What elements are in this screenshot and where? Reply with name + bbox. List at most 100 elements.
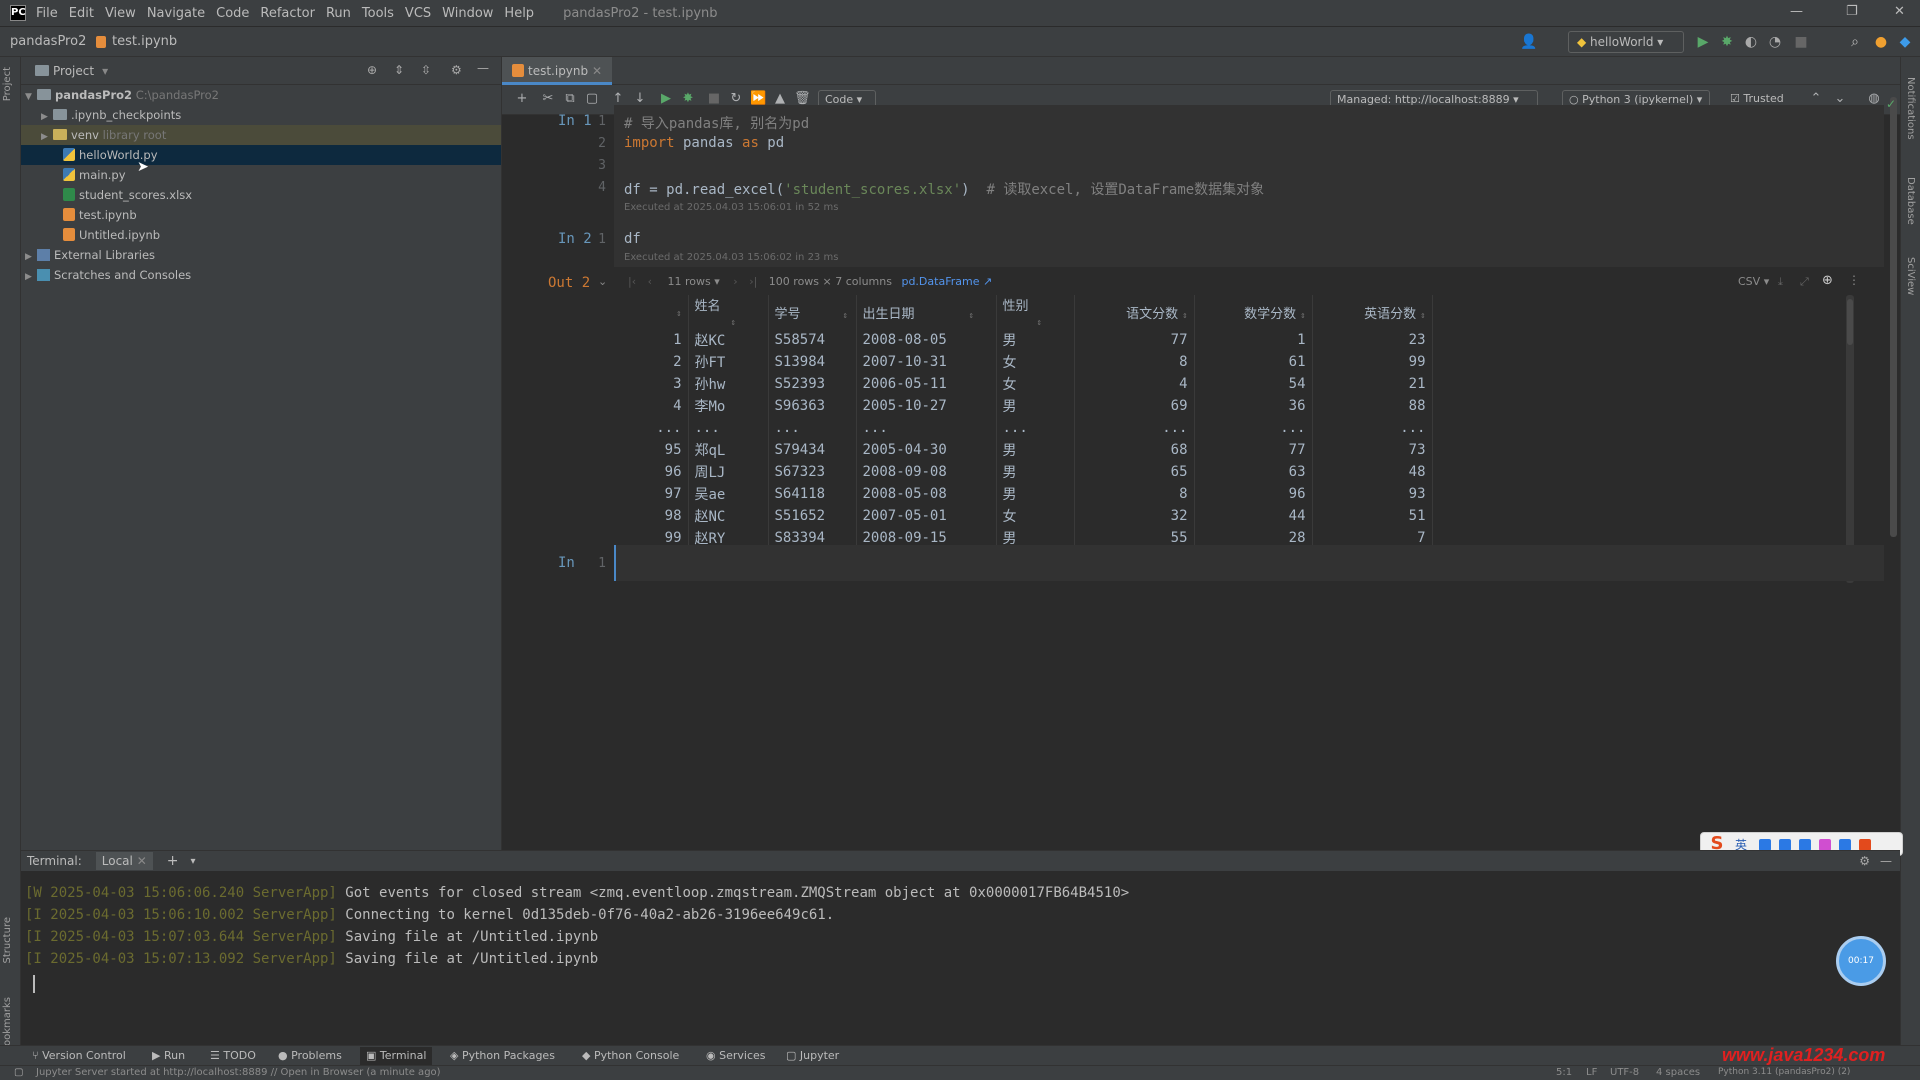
- table-cell[interactable]: 孙hw: [688, 373, 769, 395]
- editor-tab-test-ipynb[interactable]: test.ipynb ✕: [502, 57, 613, 85]
- project-tool-tab[interactable]: Project: [2, 67, 13, 101]
- table-cell[interactable]: 69: [1074, 395, 1195, 417]
- next-page-icon[interactable]: ›: [733, 275, 737, 288]
- tree-item-student-scores[interactable]: student_scores.xlsx: [21, 185, 501, 205]
- dataframe-scrollbar-thumb[interactable]: [1847, 299, 1853, 345]
- tree-item-test-ipynb[interactable]: test.ipynb: [21, 205, 501, 225]
- tool-run[interactable]: ▶ Run: [152, 1049, 185, 1062]
- table-cell[interactable]: 男: [996, 329, 1075, 351]
- table-cell[interactable]: 77: [1194, 439, 1313, 461]
- status-message[interactable]: Jupyter Server started at http://localho…: [36, 1067, 441, 1078]
- sort-icon[interactable]: ⇕: [1182, 311, 1187, 321]
- table-cell[interactable]: 女: [996, 351, 1075, 373]
- sort-icon[interactable]: ⇕: [1037, 318, 1042, 328]
- run-config-select[interactable]: ◆ helloWorld ▾: [1568, 31, 1684, 53]
- table-cell[interactable]: 赵KC: [688, 329, 769, 351]
- table-cell[interactable]: 73: [1312, 439, 1433, 461]
- menu-run[interactable]: Run: [326, 6, 351, 21]
- tree-item-checkpoints[interactable]: ▶ .ipynb_checkpoints: [21, 105, 501, 125]
- column-header-id[interactable]: 学号 ⇕: [768, 295, 857, 329]
- indent-setting[interactable]: 4 spaces: [1656, 1067, 1700, 1078]
- menu-refactor[interactable]: Refactor: [260, 6, 315, 21]
- table-cell[interactable]: 96: [1194, 483, 1313, 505]
- column-header-birthdate[interactable]: 出生日期 ⇕: [856, 295, 997, 329]
- file-encoding[interactable]: UTF-8: [1610, 1067, 1639, 1078]
- breadcrumb-file[interactable]: test.ipynb: [112, 34, 177, 49]
- more-options-icon[interactable]: ⋮: [1848, 273, 1860, 287]
- table-cell[interactable]: 2005-04-30: [856, 439, 997, 461]
- table-cell[interactable]: S79434: [768, 439, 857, 461]
- new-terminal-icon[interactable]: +: [167, 853, 179, 869]
- run-icon[interactable]: ▶: [1694, 33, 1712, 51]
- table-cell[interactable]: 77: [1074, 329, 1195, 351]
- editor-scrollbar[interactable]: [1890, 97, 1897, 537]
- breadcrumb-project[interactable]: pandasPro2: [10, 34, 86, 49]
- table-row[interactable]: 2 孙FT S13984 2007-10-31 女 8 61 99: [636, 351, 1433, 373]
- table-row[interactable]: 1 赵KC S58574 2008-08-05 男 77 1 23: [636, 329, 1433, 351]
- chevron-right-icon[interactable]: ▶: [25, 247, 37, 267]
- menu-tools[interactable]: Tools: [362, 6, 394, 21]
- table-row[interactable]: 3 孙hw S52393 2006-05-11 女 4 54 21: [636, 373, 1433, 395]
- hide-panel-icon[interactable]: —: [1880, 854, 1892, 868]
- tool-python-console[interactable]: ◆ Python Console: [582, 1049, 679, 1062]
- coverage-icon[interactable]: ◐: [1742, 33, 1760, 51]
- code-cell-3[interactable]: [614, 545, 1884, 581]
- table-cell[interactable]: 54: [1194, 373, 1313, 395]
- table-cell[interactable]: 吴ae: [688, 483, 769, 505]
- table-cell[interactable]: 2008-05-08: [856, 483, 997, 505]
- rows-select[interactable]: 11 rows ▾: [668, 275, 720, 288]
- table-row[interactable]: ........................: [636, 417, 1433, 439]
- stop-icon[interactable]: ■: [1792, 33, 1810, 51]
- gear-icon[interactable]: ⚙: [1859, 854, 1870, 868]
- table-cell[interactable]: ...: [1194, 417, 1313, 439]
- table-cell[interactable]: 男: [996, 483, 1075, 505]
- project-panel-title[interactable]: Project: [53, 64, 94, 78]
- table-cell[interactable]: 48: [1312, 461, 1433, 483]
- table-cell[interactable]: 93: [1312, 483, 1433, 505]
- collapse-all-icon[interactable]: ⇳: [421, 63, 431, 77]
- sort-icon[interactable]: ⇕: [969, 311, 974, 321]
- tree-item-external-libraries[interactable]: ▶ External Libraries: [21, 245, 501, 265]
- terminal-cursor[interactable]: [33, 975, 35, 993]
- table-cell[interactable]: ...: [768, 417, 857, 439]
- table-cell[interactable]: 1: [636, 329, 689, 351]
- tool-terminal[interactable]: ▣ Terminal: [360, 1047, 433, 1065]
- table-cell[interactable]: 2008-08-05: [856, 329, 997, 351]
- dataframe-type-link[interactable]: pd.DataFrame: [901, 275, 979, 288]
- search-icon[interactable]: ⌕: [1846, 33, 1864, 51]
- menu-navigate[interactable]: Navigate: [147, 6, 205, 21]
- external-link-icon[interactable]: ↗: [979, 275, 992, 288]
- table-cell[interactable]: 2005-10-27: [856, 395, 997, 417]
- prev-page-icon[interactable]: ‹: [648, 275, 652, 288]
- status-toggle-icon[interactable]: ▢: [14, 1067, 23, 1078]
- table-cell[interactable]: S13984: [768, 351, 857, 373]
- table-cell[interactable]: 44: [1194, 505, 1313, 527]
- sort-icon[interactable]: ⇕: [676, 309, 681, 319]
- table-cell[interactable]: 4: [636, 395, 689, 417]
- table-cell[interactable]: 88: [1312, 395, 1433, 417]
- export-format-select[interactable]: CSV ▾: [1738, 275, 1769, 288]
- table-cell[interactable]: 1: [1194, 329, 1313, 351]
- sort-icon[interactable]: ⇕: [1420, 311, 1425, 321]
- tool-problems[interactable]: ● Problems: [278, 1049, 342, 1062]
- table-cell[interactable]: ...: [1074, 417, 1195, 439]
- download-icon[interactable]: ⤓: [1778, 275, 1783, 289]
- menu-vcs[interactable]: VCS: [405, 6, 431, 21]
- copy-icon[interactable]: ⧉: [562, 91, 578, 107]
- last-page-icon[interactable]: ›|: [749, 275, 757, 288]
- locate-icon[interactable]: ⊕: [367, 63, 377, 77]
- table-cell[interactable]: S96363: [768, 395, 857, 417]
- table-cell[interactable]: 61: [1194, 351, 1313, 373]
- update-icon[interactable]: ●: [1872, 33, 1890, 51]
- tree-item-scratches[interactable]: ▶ Scratches and Consoles: [21, 265, 501, 285]
- menu-view[interactable]: View: [105, 6, 136, 21]
- trusted-checkbox[interactable]: ☑ Trusted: [1730, 92, 1784, 105]
- chevron-down-icon[interactable]: ▾: [102, 64, 108, 78]
- table-cell[interactable]: S64118: [768, 483, 857, 505]
- table-cell[interactable]: 周LJ: [688, 461, 769, 483]
- table-cell[interactable]: 4: [1074, 373, 1195, 395]
- table-row[interactable]: 95 郑qL S79434 2005-04-30 男 68 77 73: [636, 439, 1433, 461]
- table-row[interactable]: 98 赵NC S51652 2007-05-01 女 32 44 51: [636, 505, 1433, 527]
- table-cell[interactable]: S67323: [768, 461, 857, 483]
- table-cell[interactable]: 2008-09-08: [856, 461, 997, 483]
